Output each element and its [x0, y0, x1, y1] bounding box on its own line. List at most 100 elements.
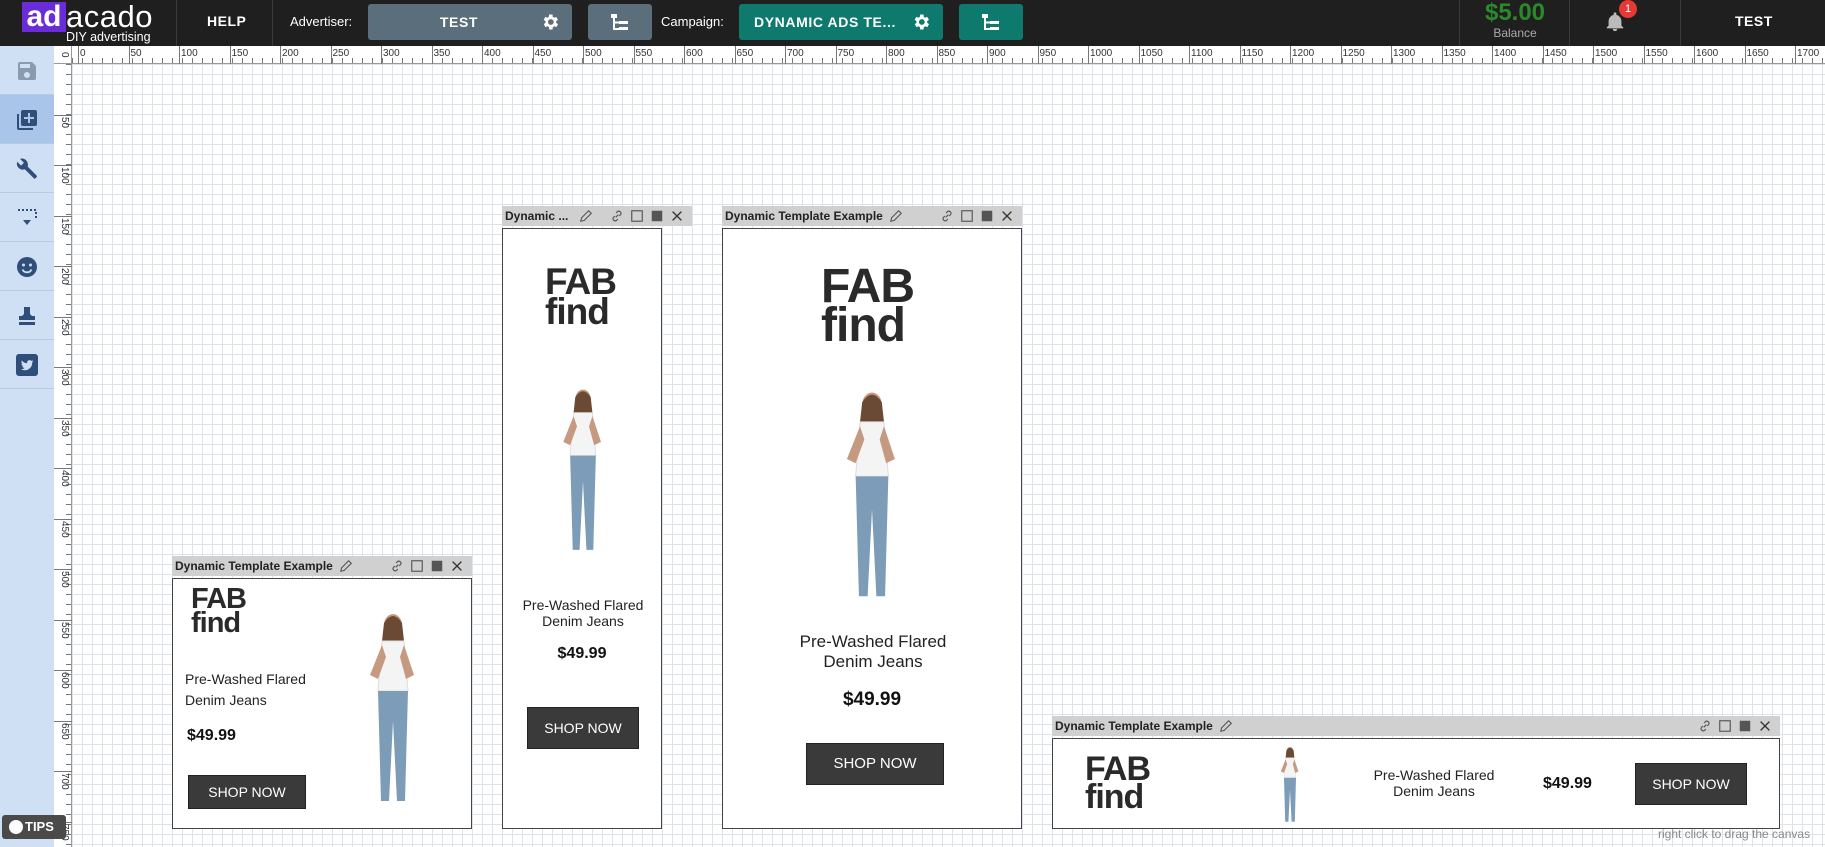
ruler-x-tick: [987, 46, 988, 64]
ruler-x-label: 1600: [1696, 48, 1719, 59]
ruler-x-tick: [330, 46, 332, 64]
shop-now-button[interactable]: SHOP NOW: [806, 743, 944, 785]
product-title: Pre-Washed Flared Denim Jeans: [522, 597, 644, 629]
divider: [1459, 0, 1460, 46]
ruler-x-label: 750: [837, 48, 855, 59]
ad-unit-medium-rectangle[interactable]: Dynamic Template Example FAB find Pre-Wa…: [172, 556, 472, 829]
ruler-x-tick: [1542, 46, 1544, 64]
outline-square-icon[interactable]: [410, 559, 424, 573]
ad-unit-title: Dynamic Template Example: [175, 559, 333, 573]
ruler-x-tick: [1189, 46, 1190, 64]
save-tool[interactable]: [0, 46, 54, 95]
advertiser-selector[interactable]: TEST: [368, 4, 572, 40]
close-icon[interactable]: [450, 559, 464, 573]
ruler-x-label: 1050: [1140, 48, 1163, 59]
logo-line-2: find: [545, 291, 610, 332]
ruler-x-label: 850: [938, 48, 956, 59]
ruler-y-label: 600: [59, 672, 70, 689]
edit-icon[interactable]: [889, 209, 903, 223]
ad-unit-title: Dynamic Template Example: [725, 209, 883, 223]
help-link[interactable]: HELP: [207, 13, 246, 29]
model-image: [1280, 747, 1299, 822]
filled-square-icon[interactable]: [650, 209, 664, 223]
outline-square-icon[interactable]: [960, 209, 974, 223]
ad-unit-header[interactable]: Dynamic Template Example: [722, 206, 1022, 226]
twitter-tool[interactable]: [0, 340, 54, 389]
ad-unit-header[interactable]: Dynamic Template Example: [172, 556, 472, 576]
ad-unit-header[interactable]: Dynamic Template Example: [1052, 716, 1780, 736]
outline-square-icon[interactable]: [1718, 719, 1732, 733]
ad-unit-skyscraper[interactable]: Dynamic ... FAB find Pre-Washed Flared D…: [502, 206, 692, 829]
filled-square-icon[interactable]: [430, 559, 444, 573]
ruler-y-tick: [54, 569, 72, 570]
twitter-icon: [16, 354, 38, 376]
shop-now-button[interactable]: SHOP NOW: [527, 707, 639, 749]
ruler-x-label: 1250: [1342, 48, 1365, 59]
ruler-x-label: 500: [585, 48, 602, 59]
close-icon[interactable]: [1000, 209, 1014, 223]
gear-icon[interactable]: [540, 12, 560, 32]
edit-icon[interactable]: [579, 209, 593, 223]
ruler-y-label: 700: [59, 773, 70, 790]
edit-icon[interactable]: [1219, 719, 1233, 733]
balance-display: $5.00 Balance: [1482, 0, 1548, 40]
ruler-x-label: 650: [736, 48, 754, 59]
ruler-x-tick: [179, 46, 180, 64]
link-icon[interactable]: [1698, 719, 1712, 733]
ad-unit-half-page[interactable]: Dynamic Template Example FAB find Pre-Wa…: [722, 206, 1022, 829]
ad-unit-body: FAB find Pre-Washed Flared Denim Jeans $…: [502, 228, 662, 829]
link-icon[interactable]: [610, 209, 624, 223]
filled-square-icon[interactable]: [1738, 719, 1752, 733]
gear-icon[interactable]: [911, 12, 931, 32]
ruler-y-tick: [54, 114, 72, 116]
outline-square-icon[interactable]: [630, 209, 644, 223]
ruler-x-label: 1400: [1494, 48, 1517, 59]
adacado-logo[interactable]: ad acado DIY advertising: [22, 0, 168, 46]
ruler-origin-label: 0: [59, 52, 70, 58]
ruler-x-tick: [785, 46, 786, 64]
ruler-y-tick: [54, 316, 72, 318]
filled-square-icon[interactable]: [980, 209, 994, 223]
edit-icon[interactable]: [339, 559, 353, 573]
ad-unit-header[interactable]: Dynamic ...: [502, 206, 692, 226]
selection-tool[interactable]: [0, 193, 54, 242]
ad-unit-body: FAB find Pre-Washed Flared Denim Jeans $…: [1052, 738, 1780, 829]
ruler-y-label: 250: [59, 318, 70, 336]
ruler-x-label: 1300: [1393, 48, 1416, 59]
link-icon[interactable]: [390, 559, 404, 573]
ad-unit-title: Dynamic ...: [505, 209, 569, 223]
ruler-x-label: 1500: [1595, 48, 1618, 59]
ruler-x-tick: [1643, 46, 1645, 64]
close-icon[interactable]: [670, 209, 684, 223]
campaign-value: DYNAMIC ADS TE...: [754, 14, 896, 30]
ruler-x-tick: [1593, 46, 1594, 64]
emoji-tool[interactable]: [0, 242, 54, 291]
ad-unit-leaderboard[interactable]: Dynamic Template Example FAB find Pre-Wa…: [1052, 716, 1780, 829]
add-layer-tool[interactable]: [0, 95, 54, 144]
tips-button[interactable]: TIPS: [2, 815, 66, 839]
ruler-x-tick: [128, 46, 130, 64]
advertiser-tree-button[interactable]: [588, 4, 652, 40]
link-icon[interactable]: [940, 209, 954, 223]
ruler-x-label: 1350: [1443, 48, 1466, 59]
top-bar: ad acado DIY advertising HELP Advertiser…: [0, 0, 1825, 46]
product-price: $49.99: [557, 645, 607, 662]
user-menu[interactable]: TEST: [1735, 13, 1773, 29]
ruler-x-tick: [1138, 46, 1140, 64]
fab-find-logo: FAB find: [1085, 752, 1151, 814]
ruler-y-tick: [54, 367, 72, 368]
ruler-y-label: 550: [59, 621, 70, 639]
ruler-x-tick: [1391, 46, 1392, 64]
campaign-tree-button[interactable]: [959, 4, 1023, 40]
ruler-x-label: 1200: [1292, 48, 1315, 59]
stamp-tool[interactable]: [0, 291, 54, 340]
campaign-selector[interactable]: DYNAMIC ADS TE...: [739, 4, 943, 40]
ruler-y-tick: [54, 215, 72, 217]
product-title: Pre-Washed Flared Denim Jeans: [799, 632, 947, 671]
shop-now-button[interactable]: SHOP NOW: [1635, 763, 1747, 805]
ruler-x-tick: [1290, 46, 1291, 64]
shop-now-button[interactable]: SHOP NOW: [188, 775, 306, 809]
close-icon[interactable]: [1758, 719, 1772, 733]
tools-tool[interactable]: [0, 144, 54, 193]
ruler-x-label: 700: [787, 48, 804, 59]
